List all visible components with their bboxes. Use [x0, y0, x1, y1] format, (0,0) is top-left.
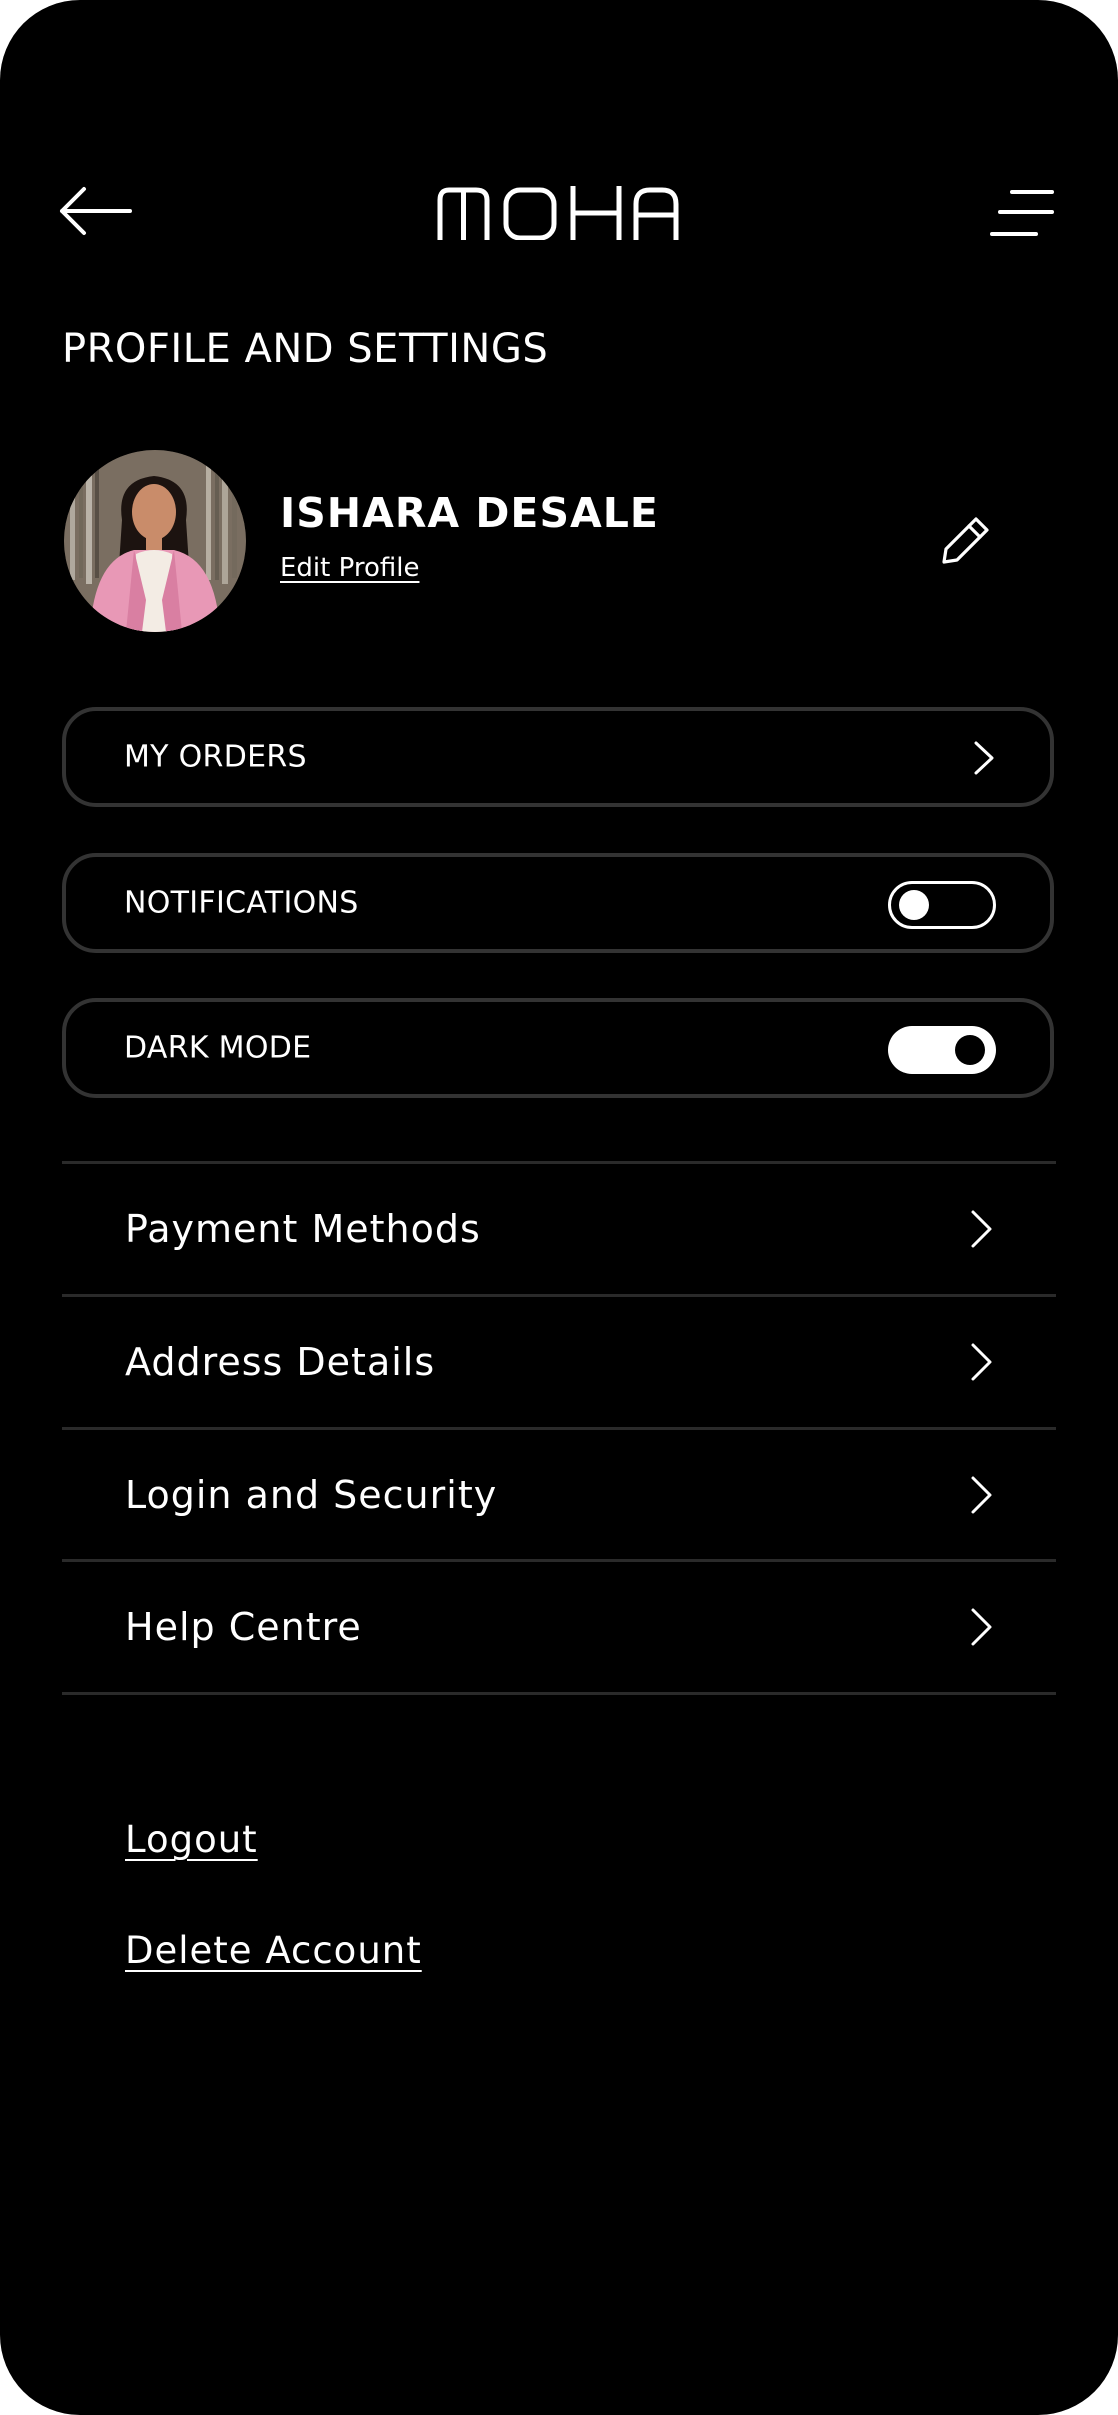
back-button[interactable]	[58, 186, 132, 236]
divider	[62, 1692, 1056, 1695]
chevron-right-icon	[967, 1602, 997, 1652]
logout-link[interactable]: Logout	[125, 1818, 258, 1861]
avatar	[64, 450, 246, 632]
menu-lines-icon	[990, 186, 1056, 240]
menu-item-help-centre[interactable]: Help Centre	[62, 1562, 1056, 1692]
arrow-left-icon	[58, 186, 132, 236]
menu-item-login-security[interactable]: Login and Security	[62, 1430, 1056, 1560]
my-orders-card[interactable]: MY ORDERS	[62, 707, 1054, 807]
chevron-right-icon	[967, 1204, 997, 1254]
menu-item-label: Address Details	[125, 1340, 435, 1384]
menu-button[interactable]	[990, 186, 1056, 240]
dark-mode-card: DARK MODE	[62, 998, 1054, 1098]
dark-mode-label: DARK MODE	[124, 1031, 311, 1066]
notifications-card: NOTIFICATIONS	[62, 853, 1054, 953]
edit-profile-link[interactable]: Edit Profile	[280, 553, 419, 583]
menu-item-payment-methods[interactable]: Payment Methods	[62, 1164, 1056, 1294]
brand-logo	[436, 186, 680, 240]
dark-mode-toggle[interactable]	[888, 1026, 996, 1074]
notifications-toggle[interactable]	[888, 881, 996, 929]
delete-account-link[interactable]: Delete Account	[125, 1929, 422, 1972]
toggle-knob	[955, 1035, 985, 1065]
my-orders-label: MY ORDERS	[124, 740, 307, 775]
chevron-right-icon	[967, 1470, 997, 1520]
toggle-knob	[899, 890, 929, 920]
menu-item-address-details[interactable]: Address Details	[62, 1297, 1056, 1427]
menu-item-label: Help Centre	[125, 1605, 362, 1649]
page-title: PROFILE AND SETTINGS	[62, 326, 548, 372]
edit-profile-button[interactable]	[940, 514, 992, 566]
menu-item-label: Payment Methods	[125, 1207, 481, 1251]
user-name: ISHARA DESALE	[280, 489, 659, 537]
notifications-label: NOTIFICATIONS	[124, 886, 359, 921]
phone-screen: PROFILE AND SETTINGS ISHARA	[0, 0, 1118, 2415]
menu-item-label: Login and Security	[125, 1473, 497, 1517]
chevron-right-icon	[970, 733, 1000, 783]
pencil-icon	[940, 514, 992, 566]
chevron-right-icon	[967, 1337, 997, 1387]
